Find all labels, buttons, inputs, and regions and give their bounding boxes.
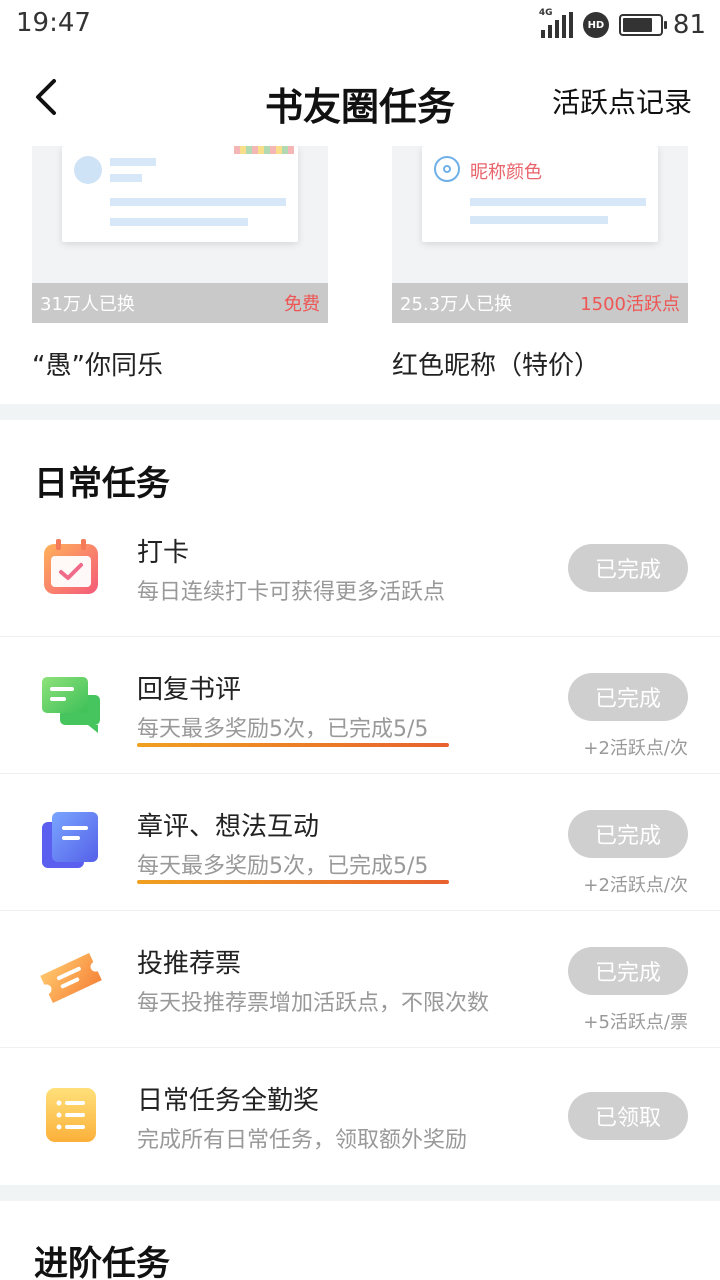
task-description: 每日连续打卡可获得更多活跃点 <box>137 580 446 605</box>
task-reward: +2活跃点/次 <box>583 875 688 896</box>
task-item-vote: 投推荐票 每天投推荐票增加活跃点，不限次数 已完成 +5活跃点/票 <box>0 911 720 1048</box>
status-time: 19:47 <box>16 8 91 38</box>
ticket-icon <box>40 952 102 1004</box>
task-progress-bar <box>137 743 449 747</box>
user-icon <box>434 156 460 182</box>
task-status-button[interactable]: 已完成 <box>568 673 688 721</box>
task-progress-bar <box>137 880 449 884</box>
decoration-icon <box>234 146 294 154</box>
card-info-bar: 31万人已换 免费 <box>32 283 328 323</box>
card-preview <box>62 146 298 242</box>
activity-record-link[interactable]: 活跃点记录 <box>552 81 692 121</box>
card-preview: 昵称颜色 <box>422 146 658 242</box>
calendar-check-icon <box>44 539 98 594</box>
task-name: 打卡 <box>137 538 190 568</box>
task-status-button[interactable]: 已完成 <box>568 544 688 592</box>
chat-bubbles-icon <box>42 677 100 733</box>
task-item-checkin: 打卡 每日连续打卡可获得更多活跃点 已完成 <box>0 500 720 637</box>
exchange-card[interactable]: 昵称颜色 25.3万人已换 1500活跃点 红色昵称（特价） <box>392 146 688 382</box>
card-preview-image: 31万人已换 免费 <box>32 146 328 323</box>
task-reward: +2活跃点/次 <box>583 738 688 759</box>
card-price: 免费 <box>284 294 320 315</box>
task-name: 投推荐票 <box>137 949 242 979</box>
card-preview-image: 昵称颜色 25.3万人已换 1500活跃点 <box>392 146 688 323</box>
header: 书友圈任务 活跃点记录 <box>0 50 720 146</box>
card-price: 1500活跃点 <box>580 294 680 315</box>
status-bar: 19:47 4G HD 81 <box>0 0 720 50</box>
avatar-icon <box>74 156 102 184</box>
section-divider <box>0 1185 720 1201</box>
task-description: 每天投推荐票增加活跃点，不限次数 <box>137 991 490 1016</box>
cellular-signal-icon: 4G <box>539 8 573 38</box>
task-name: 日常任务全勤奖 <box>137 1086 320 1116</box>
status-indicators: 4G HD 81 <box>539 8 706 40</box>
exchange-count: 31万人已换 <box>40 294 135 315</box>
task-status-button[interactable]: 已完成 <box>568 947 688 995</box>
card-name: “愚”你同乐 <box>32 351 163 381</box>
task-status-button[interactable]: 已领取 <box>568 1092 688 1140</box>
task-name: 回复书评 <box>137 675 242 705</box>
task-item-attendance-bonus: 日常任务全勤奖 完成所有日常任务，领取额外奖励 已领取 <box>0 1048 720 1185</box>
network-type: 4G <box>538 8 553 18</box>
exchange-cards: 31万人已换 免费 “愚”你同乐 昵称颜色 25.3万人已换 1500活跃点 红… <box>0 146 720 404</box>
battery-percent: 81 <box>672 10 706 40</box>
preview-label: 昵称颜色 <box>470 162 542 183</box>
hd-voice-icon: HD <box>582 12 609 38</box>
task-name: 章评、想法互动 <box>137 812 320 842</box>
daily-tasks-title: 日常任务 <box>34 464 170 504</box>
task-item-chapter-interact: 章评、想法互动 每天最多奖励5次，已完成5/5 已完成 +2活跃点/次 <box>0 774 720 911</box>
section-divider <box>0 404 720 420</box>
advanced-tasks-title: 进阶任务 <box>34 1244 170 1280</box>
document-stack-icon <box>42 812 98 868</box>
task-description: 完成所有日常任务，领取额外奖励 <box>137 1128 468 1153</box>
battery-icon <box>618 14 667 36</box>
task-reward: +5活跃点/票 <box>583 1012 688 1033</box>
task-status-button[interactable]: 已完成 <box>568 810 688 858</box>
card-info-bar: 25.3万人已换 1500活跃点 <box>392 283 688 323</box>
task-item-reply-review: 回复书评 每天最多奖励5次，已完成5/5 已完成 +2活跃点/次 <box>0 637 720 774</box>
exchange-card[interactable]: 31万人已换 免费 “愚”你同乐 <box>32 146 328 382</box>
card-name: 红色昵称（特价） <box>392 351 601 381</box>
list-icon <box>46 1088 96 1142</box>
exchange-count: 25.3万人已换 <box>400 294 513 315</box>
